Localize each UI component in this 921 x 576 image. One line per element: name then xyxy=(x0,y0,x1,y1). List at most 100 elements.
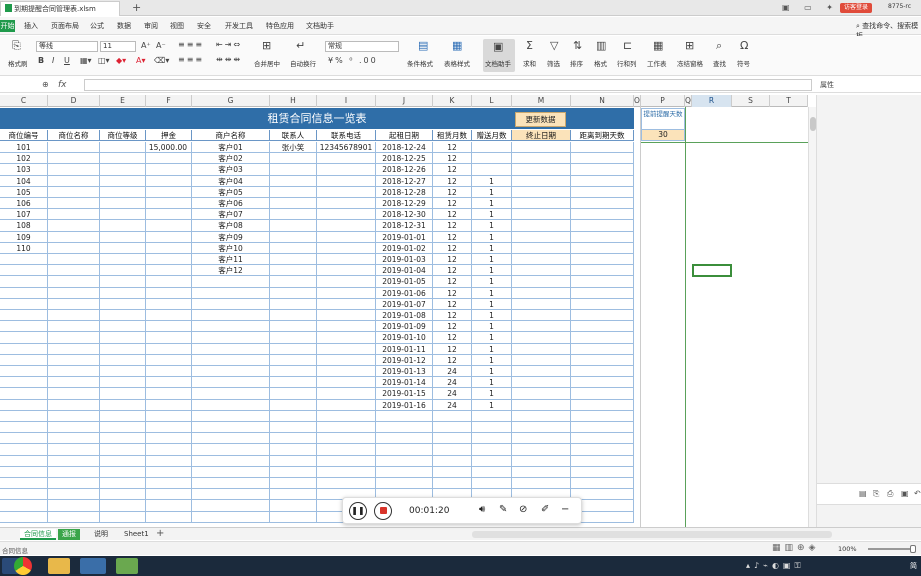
table-cell[interactable] xyxy=(512,444,571,456)
table-cell[interactable] xyxy=(48,500,100,512)
font-shrink-button[interactable]: A⁻ xyxy=(156,41,166,51)
table-cell[interactable] xyxy=(270,422,317,434)
menu-view[interactable]: 视图 xyxy=(170,21,184,31)
table-cell[interactable] xyxy=(192,500,270,512)
table-cell[interactable] xyxy=(100,265,146,277)
guest-login-button[interactable]: 访客登录 xyxy=(840,3,873,13)
table-cell[interactable] xyxy=(571,388,634,400)
table-cell[interactable] xyxy=(100,220,146,232)
table-header-cell[interactable]: 距离到期天数 xyxy=(571,130,634,141)
font-color-icon[interactable]: A▾ xyxy=(136,56,146,66)
table-cell[interactable] xyxy=(100,321,146,333)
table-cell[interactable] xyxy=(146,298,192,310)
table-cell[interactable] xyxy=(317,478,376,490)
table-cell[interactable]: 2019-01-10 xyxy=(376,332,433,344)
table-cell[interactable] xyxy=(192,343,270,355)
export-icon[interactable]: ⎘ xyxy=(873,489,879,499)
table-cell[interactable] xyxy=(512,209,571,221)
table-cell[interactable] xyxy=(571,142,634,154)
table-header-cell[interactable]: 联系电话 xyxy=(317,130,376,141)
table-cell[interactable] xyxy=(48,209,100,221)
table-cell[interactable] xyxy=(317,287,376,299)
table-cell[interactable] xyxy=(146,321,192,333)
table-cell[interactable] xyxy=(512,388,571,400)
sort-icon[interactable]: ⇅ xyxy=(573,40,582,52)
table-cell[interactable] xyxy=(192,287,270,299)
table-cell[interactable] xyxy=(0,410,48,422)
table-cell[interactable]: 12 xyxy=(433,310,472,322)
table-cell[interactable] xyxy=(270,242,317,254)
table-header-cell[interactable]: 联系人 xyxy=(270,130,317,141)
table-cell[interactable]: 1 xyxy=(472,175,512,187)
table-cell[interactable] xyxy=(512,433,571,445)
table-cell[interactable] xyxy=(270,231,317,243)
table-cell[interactable] xyxy=(472,153,512,165)
table-cell[interactable] xyxy=(48,410,100,422)
table-cell[interactable] xyxy=(192,310,270,322)
table-cell[interactable] xyxy=(146,164,192,176)
table-cell[interactable] xyxy=(270,265,317,277)
table-cell[interactable]: 12 xyxy=(433,142,472,154)
table-cell[interactable] xyxy=(100,209,146,221)
table-cell[interactable] xyxy=(270,388,317,400)
table-header-cell[interactable]: 押金 xyxy=(146,130,192,141)
table-cell[interactable] xyxy=(317,321,376,333)
view-mode-icons[interactable]: ▦▥⊕◈ xyxy=(772,543,819,553)
table-cell[interactable]: 1 xyxy=(472,354,512,366)
table-cell[interactable]: 12 xyxy=(433,175,472,187)
table-header-cell[interactable]: 商位编号 xyxy=(0,130,48,141)
table-cell[interactable] xyxy=(48,466,100,478)
table-cell[interactable] xyxy=(472,444,512,456)
column-header-j[interactable]: J xyxy=(376,95,433,107)
table-cell[interactable]: 客户07 xyxy=(192,209,270,221)
table-cell[interactable] xyxy=(146,489,192,501)
table-cell[interactable] xyxy=(317,377,376,389)
table-cell[interactable]: 客户01 xyxy=(192,142,270,154)
table-cell[interactable] xyxy=(0,298,48,310)
table-cell[interactable] xyxy=(100,231,146,243)
column-header-r[interactable]: R xyxy=(692,95,732,107)
table-cell[interactable] xyxy=(270,489,317,501)
table-cell[interactable]: 12 xyxy=(433,332,472,344)
table-cell[interactable] xyxy=(317,242,376,254)
table-cell[interactable] xyxy=(146,287,192,299)
table-cell[interactable]: 2019-01-01 xyxy=(376,231,433,243)
table-cell[interactable] xyxy=(376,466,433,478)
table-cell[interactable]: 1 xyxy=(472,287,512,299)
table-cell[interactable]: 1 xyxy=(472,209,512,221)
table-cell[interactable] xyxy=(100,142,146,154)
table-cell[interactable] xyxy=(376,455,433,467)
table-cell[interactable] xyxy=(146,478,192,490)
spreadsheet-grid[interactable]: CDEFGHIJKLMNOPQRST 租赁合同信息一览表 更新数据 商位编号 商位… xyxy=(0,95,808,527)
table-header-cell[interactable]: 商位等级 xyxy=(100,130,146,141)
menu-developer[interactable]: 开发工具 xyxy=(225,21,253,31)
table-cell[interactable] xyxy=(317,466,376,478)
wrap-text-label[interactable]: 自动换行 xyxy=(290,58,316,68)
column-header-m[interactable]: M xyxy=(512,95,571,107)
table-cell[interactable] xyxy=(571,354,634,366)
table-cell[interactable] xyxy=(100,455,146,467)
table-cell[interactable] xyxy=(512,343,571,355)
table-cell[interactable] xyxy=(512,354,571,366)
table-cell[interactable] xyxy=(317,433,376,445)
table-cell[interactable] xyxy=(512,399,571,411)
table-cell[interactable] xyxy=(146,444,192,456)
table-cell[interactable]: 2019-01-14 xyxy=(376,377,433,389)
table-cell[interactable] xyxy=(100,254,146,266)
filter-label[interactable]: 筛选 xyxy=(547,58,560,68)
table-cell[interactable] xyxy=(146,422,192,434)
table-header-cell[interactable]: 起租日期 xyxy=(376,130,433,141)
table-cell[interactable] xyxy=(100,366,146,378)
table-cell[interactable]: 客户12 xyxy=(192,265,270,277)
table-cell[interactable] xyxy=(192,399,270,411)
column-header-l[interactable]: L xyxy=(472,95,512,107)
table-cell[interactable] xyxy=(270,164,317,176)
table-cell[interactable] xyxy=(270,209,317,221)
table-cell[interactable]: 2019-01-08 xyxy=(376,310,433,322)
table-cell[interactable] xyxy=(100,354,146,366)
chrome-icon[interactable] xyxy=(14,557,32,575)
freeze-label[interactable]: 冻结窗格 xyxy=(677,58,703,68)
table-cell[interactable] xyxy=(317,399,376,411)
table-cell[interactable]: 客户02 xyxy=(192,153,270,165)
conditional-format-icon[interactable]: ▤ xyxy=(418,40,428,52)
